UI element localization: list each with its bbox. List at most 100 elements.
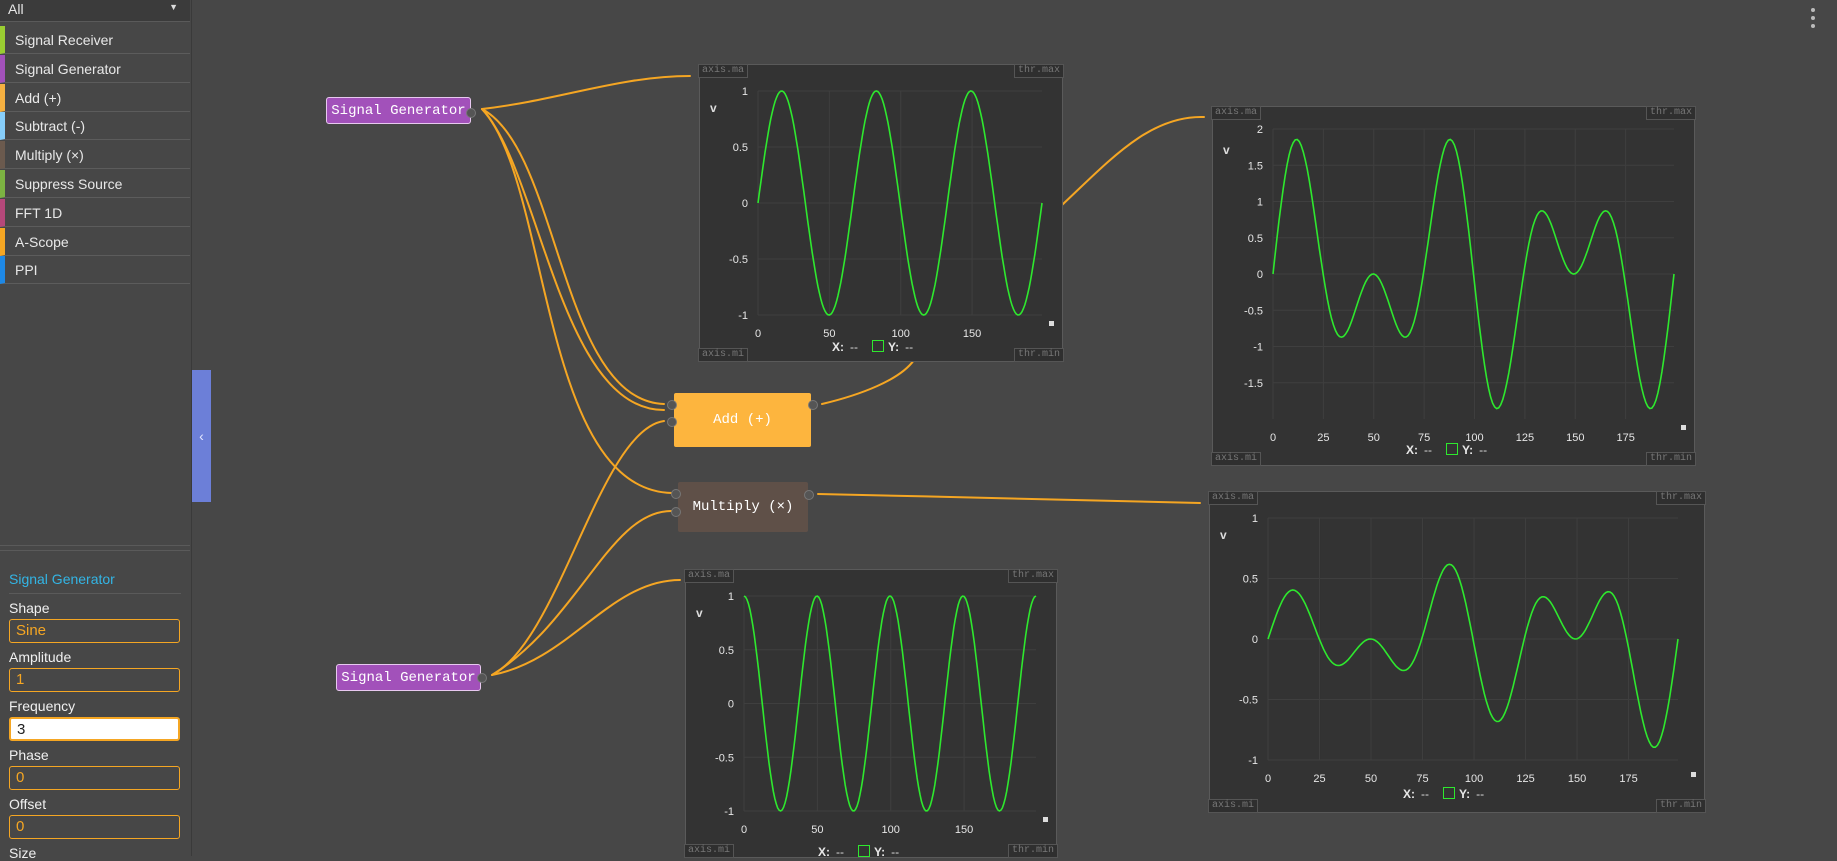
wire-gen2-add[interactable] (491, 420, 665, 676)
threshold-min-tag[interactable]: thr.min (1655, 799, 1706, 813)
axis-max-tag[interactable]: axis.ma (698, 64, 749, 78)
y-tick-label: 0.5 (1243, 574, 1258, 586)
input-port-b[interactable] (671, 507, 681, 517)
y-tick-label: 0.5 (719, 645, 734, 657)
wire-gen1-multiply[interactable] (481, 108, 673, 494)
cursor-readout: X: -- Y: -- (1406, 443, 1487, 457)
x-value: -- (1424, 443, 1432, 457)
scope-plot: 1 0.5 0 -0.5 -1 0 50 100 150 (715, 591, 1048, 836)
y-tick-label: -1 (724, 806, 734, 818)
x-tick-label: 50 (1368, 432, 1380, 444)
axis-max-tag[interactable]: axis.ma (684, 569, 735, 583)
y-tick-label: -0.5 (715, 752, 734, 764)
x-value: -- (1421, 787, 1429, 801)
threshold-min-tag[interactable]: thr.min (1645, 452, 1696, 466)
add-node[interactable]: Add (+) (674, 393, 811, 447)
x-tick-label: 175 (1619, 773, 1637, 785)
y-tick-label: 0 (1252, 634, 1258, 646)
x-tick-label: 150 (1566, 432, 1584, 444)
node-title: Add (+) (713, 412, 772, 428)
x-tick-label: 50 (823, 328, 835, 340)
y-tick-label: 1 (1257, 197, 1263, 209)
y-tick-label: 0 (742, 198, 748, 210)
threshold-max-tag[interactable]: thr.max (1013, 64, 1064, 78)
scope-collapse-toggle[interactable]: v (696, 606, 703, 620)
a-scope-1[interactable]: 1 0.5 0 -0.5 -1 0 50 100 150 axis.ma thr.max axis.m… (698, 64, 1064, 362)
wire-gen2-scope3[interactable] (491, 579, 681, 676)
axis-min-tag[interactable]: axis.mi (1211, 452, 1262, 466)
input-port-b[interactable] (667, 417, 677, 427)
output-port[interactable] (808, 400, 818, 410)
plot-resize-marker (1043, 817, 1048, 822)
cursor-readout: X: -- Y: -- (1403, 787, 1484, 801)
x-tick-label: 25 (1317, 432, 1329, 444)
y-label: Y: (1459, 787, 1471, 801)
node-title: Signal Generator (341, 670, 476, 686)
a-scope-3[interactable]: 1 0.5 0 -0.5 -1 0 50 100 150 axis.ma thr.max axis.m… (684, 569, 1058, 859)
wire-gen1-scope1[interactable] (481, 75, 691, 110)
threshold-max-tag[interactable]: thr.max (1007, 569, 1058, 583)
scope-collapse-toggle[interactable]: v (710, 101, 717, 115)
y-tick-label: -0.5 (1239, 695, 1258, 707)
signal-generator-node-1[interactable]: Signal Generator (326, 97, 471, 124)
y-label: Y: (1462, 443, 1474, 457)
series-swatch-icon[interactable] (858, 845, 870, 857)
x-tick-label: 100 (1465, 773, 1483, 785)
y-tick-label: -1 (738, 310, 748, 322)
a-scope-4[interactable]: 1 0.5 0 -0.5 -1 0 25 50 75 100 125 150 175 axis.ma thr… (1208, 491, 1706, 813)
y-tick-label: 0.5 (733, 142, 748, 154)
series-swatch-icon[interactable] (1446, 443, 1458, 455)
x-tick-label: 125 (1516, 773, 1534, 785)
node-title: Signal Generator (331, 103, 466, 119)
wire-multiply-scope4[interactable] (817, 493, 1201, 504)
axis-max-tag[interactable]: axis.ma (1211, 106, 1262, 120)
multiply-node[interactable]: Multiply (×) (678, 482, 808, 532)
scope-collapse-toggle[interactable]: v (1223, 143, 1230, 157)
x-tick-label: 75 (1416, 773, 1428, 785)
wire-gen1-multiply-2[interactable] (481, 108, 665, 411)
signal-generator-node-2[interactable]: Signal Generator (336, 664, 481, 691)
y-tick-label: -0.5 (1244, 305, 1263, 317)
y-tick-label: -0.5 (729, 254, 748, 266)
y-tick-label: 2 (1257, 124, 1263, 136)
x-tick-label: 175 (1616, 432, 1634, 444)
wire-add-scope2[interactable] (821, 359, 915, 405)
x-tick-label: 150 (963, 328, 981, 340)
y-value: -- (891, 845, 900, 859)
y-value: -- (905, 340, 914, 354)
output-port[interactable] (804, 490, 814, 500)
cursor-readout: X: -- Y: -- (818, 845, 899, 859)
x-label: X: (1406, 443, 1418, 457)
input-port-a[interactable] (667, 400, 677, 410)
threshold-max-tag[interactable]: thr.max (1655, 491, 1706, 505)
input-port-a[interactable] (671, 489, 681, 499)
a-scope-2[interactable]: 2 1.5 1 0.5 0 -0.5 -1 -1.5 0 25 50 75 100 125 150 175 ax… (1211, 106, 1696, 466)
x-label: X: (1403, 787, 1415, 801)
y-value: -- (1476, 787, 1485, 801)
y-tick-label: 1 (742, 86, 748, 98)
series-swatch-icon[interactable] (872, 340, 884, 352)
axis-max-tag[interactable]: axis.ma (1208, 491, 1259, 505)
scope-collapse-toggle[interactable]: v (1220, 528, 1227, 542)
y-label: Y: (888, 340, 900, 354)
threshold-max-tag[interactable]: thr.max (1645, 106, 1696, 120)
series-swatch-icon[interactable] (1443, 787, 1455, 799)
y-tick-label: -1 (1253, 342, 1263, 354)
x-tick-label: 150 (1568, 773, 1586, 785)
axis-min-tag[interactable]: axis.mi (1208, 799, 1259, 813)
x-label: X: (818, 845, 830, 859)
wire-scope1-scope2[interactable] (1061, 115, 1205, 206)
x-tick-label: 50 (1365, 773, 1377, 785)
y-tick-label: -1.5 (1244, 378, 1263, 390)
y-tick-label: 0.5 (1248, 233, 1263, 245)
x-value: -- (836, 845, 844, 859)
output-port[interactable] (466, 108, 476, 118)
threshold-min-tag[interactable]: thr.min (1013, 348, 1064, 362)
x-tick-label: 100 (892, 328, 910, 340)
cursor-readout: X: -- Y: -- (832, 340, 913, 354)
y-tick-label: 1.5 (1248, 160, 1263, 172)
output-port[interactable] (477, 673, 487, 683)
axis-min-tag[interactable]: axis.mi (698, 348, 749, 362)
x-tick-label: 0 (741, 824, 747, 836)
y-label: Y: (874, 845, 886, 859)
